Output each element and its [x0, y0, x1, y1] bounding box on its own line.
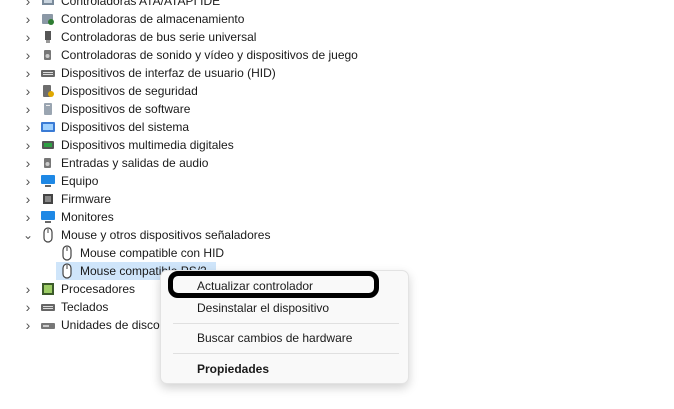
menu-item-update-driver[interactable]: Actualizar controlador	[197, 276, 313, 296]
speaker-icon	[40, 47, 56, 63]
chevron-right-icon[interactable]: ›	[22, 118, 34, 136]
tree-item-label: Teclados	[61, 300, 109, 314]
chevron-right-icon[interactable]: ›	[22, 64, 34, 82]
tree-item-label: Mouse y otros dispositivos señaladores	[61, 228, 271, 242]
tree-item-label: Controladoras de bus serie universal	[61, 30, 257, 44]
tree-item-label: Dispositivos del sistema	[61, 120, 190, 134]
chevron-right-icon[interactable]: ›	[22, 154, 34, 172]
mouse-icon	[59, 245, 75, 261]
tree-item[interactable]: › Controladoras de bus serie universal	[0, 28, 674, 46]
tree-item-label: Monitores	[61, 210, 114, 224]
tree-item[interactable]: › Equipo	[0, 172, 674, 190]
tree-item[interactable]: › Controladoras de sonido y vídeo y dispo…	[0, 46, 674, 64]
storage-controller-icon	[40, 11, 56, 27]
menu-separator	[173, 323, 399, 324]
disk-drive-icon	[40, 317, 56, 333]
chevron-right-icon[interactable]: ›	[22, 46, 34, 64]
tree-item-label: Dispositivos de interfaz de usuario (HID…	[61, 66, 276, 80]
menu-item-scan-hardware[interactable]: Buscar cambios de hardware	[197, 328, 352, 348]
tree-item[interactable]: › Dispositivos del sistema	[0, 118, 674, 136]
tree-item[interactable]: › Dispositivos de interfaz de usuario (HI…	[0, 64, 674, 82]
tree-item-label: Dispositivos de software	[61, 102, 191, 116]
tree-item[interactable]: ⌄ Mouse y otros dispositivos señaladores	[0, 226, 674, 244]
mouse-icon	[59, 263, 75, 279]
chevron-right-icon[interactable]: ›	[22, 208, 34, 226]
system-folder-icon	[40, 119, 56, 135]
tree-item-label: Controladoras de sonido y vídeo y dispos…	[61, 48, 358, 62]
tree-item-label: Procesadores	[61, 282, 136, 296]
tree-item[interactable]: › Firmware	[0, 190, 674, 208]
monitor-icon	[40, 209, 56, 225]
tree-item-label: Dispositivos de seguridad	[61, 84, 198, 98]
chevron-right-icon[interactable]: ›	[22, 136, 34, 154]
chevron-right-icon[interactable]: ›	[22, 0, 34, 10]
chevron-down-icon[interactable]: ⌄	[22, 226, 34, 244]
usb-icon	[40, 29, 56, 45]
monitor-icon	[40, 173, 56, 189]
chevron-right-icon[interactable]: ›	[22, 190, 34, 208]
chevron-right-icon[interactable]: ›	[22, 316, 34, 334]
tree-item-label: Controladoras de almacenamiento	[61, 12, 245, 26]
tree-item[interactable]: › Dispositivos multimedia digitales	[0, 136, 674, 154]
tree-item[interactable]: › Dispositivos de seguridad	[0, 82, 674, 100]
software-device-icon	[40, 101, 56, 117]
menu-item-uninstall-device[interactable]: Desinstalar el dispositivo	[197, 298, 329, 318]
chevron-right-icon[interactable]: ›	[22, 28, 34, 46]
keyboard-icon	[40, 299, 56, 315]
chevron-right-icon[interactable]: ›	[22, 172, 34, 190]
cpu-icon	[40, 281, 56, 297]
ide-controller-icon	[40, 0, 56, 9]
tree-item-label: Firmware	[61, 192, 111, 206]
speaker-icon	[40, 155, 56, 171]
security-device-icon	[40, 83, 56, 99]
tree-item-label: Mouse compatible con HID	[80, 246, 225, 260]
tree-item-label: Controladoras ATA/ATAPI IDE	[61, 0, 221, 8]
tree-item-label: Unidades de disco	[61, 318, 160, 332]
tree-item-label: Dispositivos multimedia digitales	[61, 138, 234, 152]
chevron-right-icon[interactable]: ›	[22, 10, 34, 28]
tree-child-item[interactable]: Mouse compatible con HID	[0, 244, 674, 262]
chevron-right-icon[interactable]: ›	[22, 298, 34, 316]
tree-item[interactable]: › Controladoras ATA/ATAPI IDE	[0, 0, 674, 10]
mouse-icon	[40, 227, 56, 243]
tree-item[interactable]: › Entradas y salidas de audio	[0, 154, 674, 172]
chevron-right-icon[interactable]: ›	[22, 280, 34, 298]
chip-icon	[40, 191, 56, 207]
tree-item[interactable]: › Dispositivos de software	[0, 100, 674, 118]
tree-item[interactable]: › Controladoras de almacenamiento	[0, 10, 674, 28]
context-menu: Actualizar controlador Desinstalar el di…	[160, 270, 409, 384]
menu-separator	[173, 353, 399, 354]
tree-item-label: Equipo	[61, 174, 99, 188]
tree-item-label: Entradas y salidas de audio	[61, 156, 209, 170]
multimedia-icon	[40, 137, 56, 153]
menu-item-properties[interactable]: Propiedades	[197, 359, 269, 379]
chevron-right-icon[interactable]: ›	[22, 100, 34, 118]
tree-item[interactable]: › Monitores	[0, 208, 674, 226]
chevron-right-icon[interactable]: ›	[22, 82, 34, 100]
keyboard-icon	[40, 65, 56, 81]
